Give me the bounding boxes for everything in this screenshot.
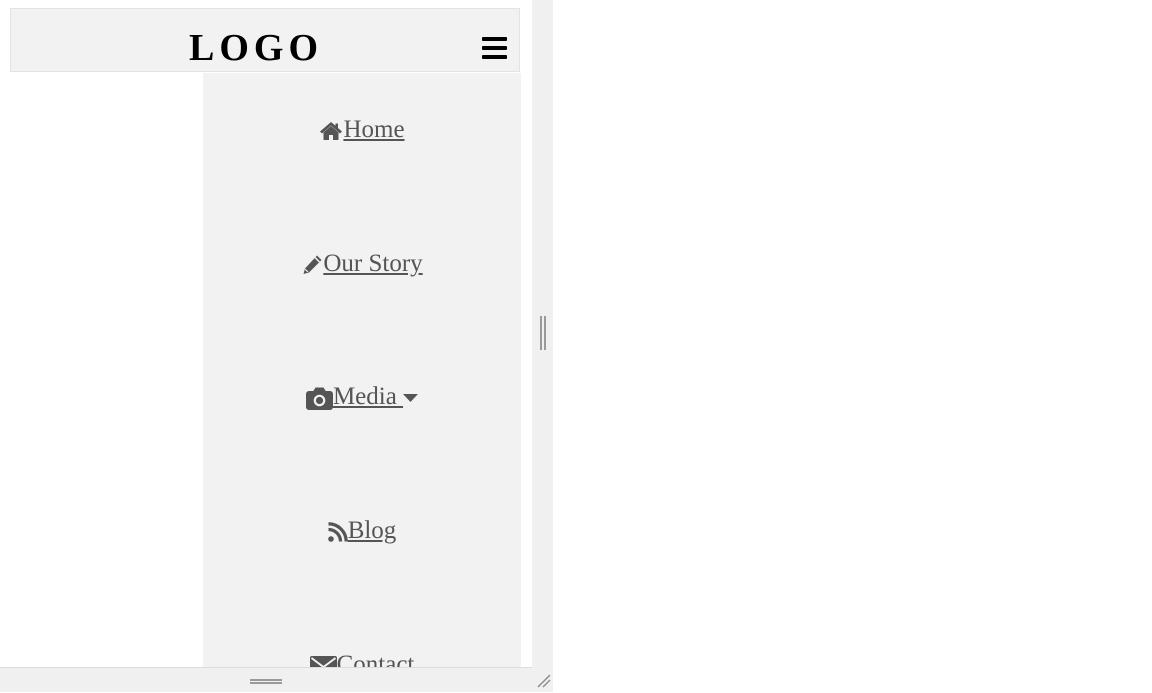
nav-link-blog[interactable]: Blog xyxy=(348,517,397,544)
nav-item-contact[interactable]: Contact xyxy=(203,652,521,667)
nav-link-our-story[interactable]: Our Story xyxy=(323,250,422,277)
nav-link-media[interactable]: Media xyxy=(333,383,403,410)
bottom-resize-bar[interactable] xyxy=(0,667,532,692)
home-icon xyxy=(319,121,343,141)
bottom-grip-handle[interactable] xyxy=(250,679,282,684)
site-header: LOGO xyxy=(10,8,520,72)
camera-icon xyxy=(305,387,333,410)
site-logo[interactable]: LOGO xyxy=(11,29,501,67)
envelope-icon xyxy=(309,656,337,667)
nav-item-media[interactable]: Media xyxy=(203,384,521,410)
pencil-icon xyxy=(301,254,323,276)
nav-item-our-story[interactable]: Our Story xyxy=(203,251,521,276)
rss-icon xyxy=(327,522,348,543)
nav-item-home[interactable]: Home xyxy=(203,117,521,142)
side-nav-menu: Home Our Story Media Blog Contact xyxy=(203,73,521,667)
resize-corner-icon[interactable] xyxy=(535,672,551,688)
splitter-grip-handle[interactable] xyxy=(540,316,546,350)
nav-item-blog[interactable]: Blog xyxy=(203,518,521,543)
caret-down-icon[interactable] xyxy=(403,393,419,403)
nav-link-contact[interactable]: Contact xyxy=(337,651,415,667)
preview-viewport: LOGO Home Our Story Media Blog Contact xyxy=(0,0,532,667)
nav-link-home[interactable]: Home xyxy=(343,116,404,143)
hamburger-menu-icon[interactable] xyxy=(482,37,507,59)
